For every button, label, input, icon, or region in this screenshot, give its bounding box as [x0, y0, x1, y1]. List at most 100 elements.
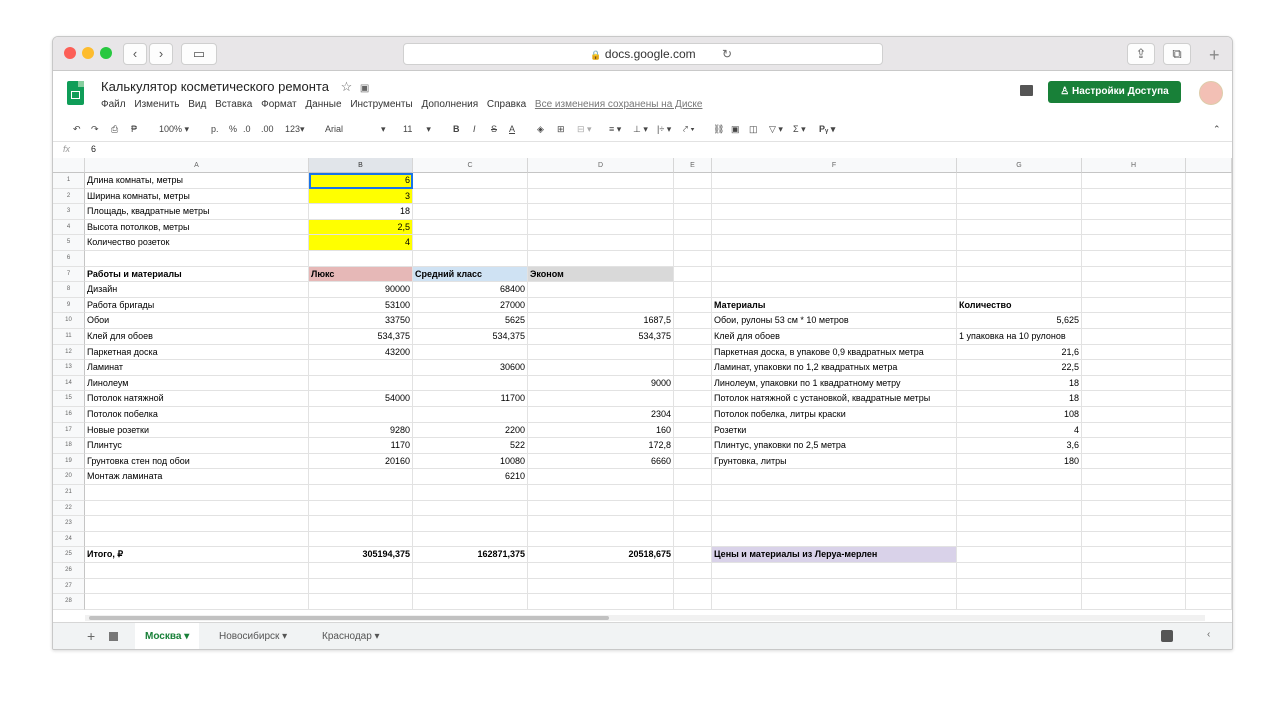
- cell-c14[interactable]: [413, 375, 528, 392]
- cell-e8[interactable]: [674, 282, 712, 298]
- cell-h15[interactable]: [1082, 391, 1186, 407]
- cell-f1[interactable]: [712, 173, 957, 189]
- cell-c24[interactable]: [413, 531, 528, 548]
- cell-b1[interactable]: 6: [309, 173, 413, 189]
- cell-e3[interactable]: [674, 204, 712, 220]
- cell-a19[interactable]: Грунтовка стен под обои: [85, 453, 309, 470]
- cell-g16[interactable]: 108: [957, 407, 1082, 423]
- cell-g10[interactable]: 5,625: [957, 313, 1082, 329]
- cell-d27[interactable]: [528, 578, 674, 595]
- cell-h26[interactable]: [1082, 563, 1186, 579]
- row-number[interactable]: 27: [53, 578, 85, 595]
- cell-c18[interactable]: 522: [413, 438, 528, 454]
- cell-e1[interactable]: [674, 173, 712, 189]
- cell-a7[interactable]: Работы и материалы: [85, 266, 309, 283]
- column-header-a[interactable]: A: [85, 158, 309, 173]
- row-number[interactable]: 7: [53, 266, 85, 283]
- cell-h17[interactable]: [1082, 422, 1186, 439]
- column-header-extra[interactable]: [1186, 158, 1232, 173]
- horizontal-align-icon[interactable]: ≡ ▾: [609, 124, 621, 135]
- italic-icon[interactable]: I: [473, 124, 476, 134]
- cell-d22[interactable]: [528, 500, 674, 517]
- cell-c19[interactable]: 10080: [413, 453, 528, 470]
- cell-i3[interactable]: [1186, 204, 1232, 220]
- cell-b19[interactable]: 20160: [309, 453, 413, 470]
- cell-f23[interactable]: [712, 516, 957, 532]
- cell-g23[interactable]: [957, 516, 1082, 532]
- horizontal-scrollbar[interactable]: [85, 615, 1205, 621]
- cell-h9[interactable]: [1082, 297, 1186, 314]
- menu-tools[interactable]: Инструменты: [350, 99, 412, 110]
- cell-a21[interactable]: [85, 485, 309, 501]
- move-folder-icon[interactable]: ▣: [360, 83, 369, 94]
- avatar[interactable]: [1199, 81, 1223, 105]
- cell-h5[interactable]: [1082, 235, 1186, 251]
- cell-i27[interactable]: [1186, 578, 1232, 595]
- percent-format-button[interactable]: %: [229, 124, 237, 134]
- cell-g19[interactable]: 180: [957, 453, 1082, 470]
- cell-h11[interactable]: [1082, 329, 1186, 345]
- cell-b4[interactable]: 2,5: [309, 219, 413, 236]
- select-all-corner[interactable]: [53, 158, 85, 173]
- cell-h3[interactable]: [1082, 204, 1186, 220]
- cell-g20[interactable]: [957, 469, 1082, 485]
- cell-f28[interactable]: [712, 594, 957, 610]
- cell-f22[interactable]: [712, 500, 957, 517]
- new-tab-icon[interactable]: +: [1209, 45, 1220, 66]
- cell-c17[interactable]: 2200: [413, 422, 528, 439]
- cell-e13[interactable]: [674, 360, 712, 376]
- paint-format-icon[interactable]: ₱: [131, 124, 137, 134]
- row-number[interactable]: 14: [53, 375, 85, 392]
- cell-i8[interactable]: [1186, 282, 1232, 298]
- cell-i21[interactable]: [1186, 485, 1232, 501]
- star-icon[interactable]: ☆: [341, 79, 353, 94]
- all-sheets-icon[interactable]: [109, 632, 118, 641]
- cell-a12[interactable]: Паркетная доска: [85, 344, 309, 361]
- cell-g26[interactable]: [957, 563, 1082, 579]
- cell-g7[interactable]: [957, 266, 1082, 283]
- cell-i20[interactable]: [1186, 469, 1232, 485]
- cell-e27[interactable]: [674, 578, 712, 595]
- cell-g11[interactable]: 1 упаковка на 10 рулонов: [957, 329, 1082, 345]
- cell-f4[interactable]: [712, 219, 957, 236]
- cell-d24[interactable]: [528, 531, 674, 548]
- filter-icon[interactable]: ▽ ▾: [769, 124, 783, 135]
- cell-e14[interactable]: [674, 375, 712, 392]
- cell-d16[interactable]: 2304: [528, 407, 674, 423]
- tab-moscow[interactable]: Москва ▾: [135, 623, 200, 649]
- cell-i12[interactable]: [1186, 344, 1232, 361]
- row-number[interactable]: 6: [53, 251, 85, 267]
- side-panel-chevron-icon[interactable]: ‹: [1207, 629, 1210, 640]
- zoom-window-button[interactable]: [100, 47, 112, 59]
- cell-d3[interactable]: [528, 204, 674, 220]
- menu-edit[interactable]: Изменить: [134, 99, 179, 110]
- cell-e2[interactable]: [674, 188, 712, 205]
- doc-title-text[interactable]: Калькулятор косметического ремонта: [101, 79, 329, 94]
- cell-f24[interactable]: [712, 531, 957, 548]
- cell-d7[interactable]: Эконом: [528, 266, 674, 283]
- cell-b14[interactable]: [309, 375, 413, 392]
- cell-b24[interactable]: [309, 531, 413, 548]
- cell-d8[interactable]: [528, 282, 674, 298]
- cell-c10[interactable]: 5625: [413, 313, 528, 329]
- cell-b21[interactable]: [309, 485, 413, 501]
- menu-file[interactable]: Файл: [101, 99, 126, 110]
- cell-f16[interactable]: Потолок побелка, литры краски: [712, 407, 957, 423]
- cell-e19[interactable]: [674, 453, 712, 470]
- cell-c13[interactable]: 30600: [413, 360, 528, 376]
- reload-icon[interactable]: ↻: [722, 44, 732, 64]
- cell-e22[interactable]: [674, 500, 712, 517]
- cell-a16[interactable]: Потолок побелка: [85, 407, 309, 423]
- cell-b7[interactable]: Люкс: [309, 266, 413, 283]
- row-number[interactable]: 21: [53, 485, 85, 501]
- cell-e25[interactable]: [674, 547, 712, 563]
- cell-e4[interactable]: [674, 219, 712, 236]
- cell-c8[interactable]: 68400: [413, 282, 528, 298]
- cell-e28[interactable]: [674, 594, 712, 610]
- cell-b8[interactable]: 90000: [309, 282, 413, 298]
- cell-d18[interactable]: 172,8: [528, 438, 674, 454]
- cell-d5[interactable]: [528, 235, 674, 251]
- menu-help[interactable]: Справка: [487, 99, 526, 110]
- cell-c9[interactable]: 27000: [413, 297, 528, 314]
- column-header-f[interactable]: F: [712, 158, 957, 173]
